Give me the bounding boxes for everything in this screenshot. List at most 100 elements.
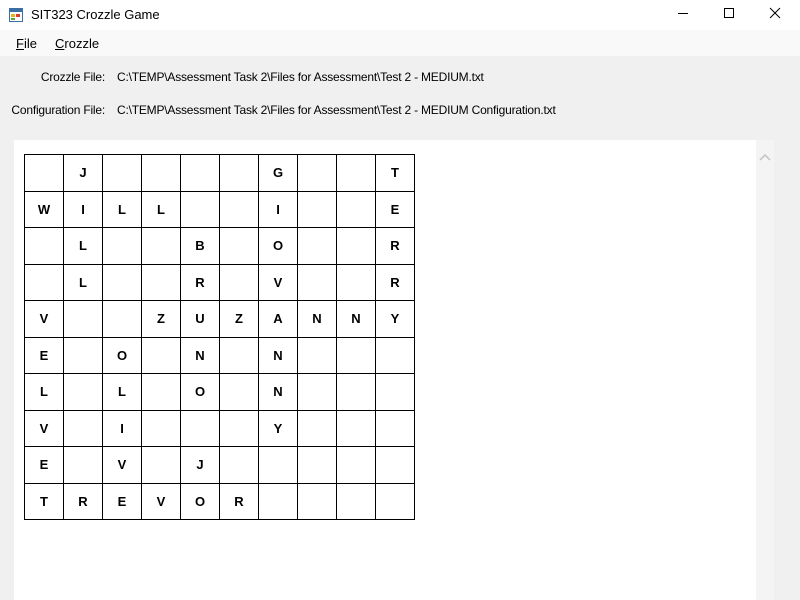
grid-cell [102, 263, 142, 301]
grid-cell [219, 336, 259, 374]
grid-cell: R [375, 263, 415, 301]
config-file-path: C:\TEMP\Assessment Task 2\Files for Asse… [117, 103, 556, 117]
minimize-icon [677, 6, 689, 24]
config-file-label: Configuration File: [11, 103, 105, 117]
grid-cell [180, 154, 220, 192]
close-icon [769, 6, 781, 24]
grid-cell [141, 446, 181, 484]
grid-cell [141, 263, 181, 301]
grid-cell: L [102, 373, 142, 411]
minimize-button[interactable] [660, 0, 706, 30]
grid-cell [219, 373, 259, 411]
grid-cell [375, 336, 415, 374]
app-window-icon[interactable] [9, 8, 23, 22]
chevron-up-icon [759, 148, 771, 166]
grid-cell: J [180, 446, 220, 484]
menu-crozzle-accel: C [55, 36, 65, 51]
grid-row: L BO R [24, 227, 415, 265]
app-window: SIT323 Crozzle Game File Crozzle Crozzle… [0, 0, 800, 600]
grid-cell: Y [258, 409, 298, 447]
grid-cell: Z [141, 300, 181, 338]
grid-cell: J [63, 154, 103, 192]
grid-cell: G [258, 154, 298, 192]
grid-cell [297, 263, 337, 301]
grid-cell: I [258, 190, 298, 228]
grid-cell [258, 446, 298, 484]
grid-cell: U [180, 300, 220, 338]
grid-cell [297, 482, 337, 520]
grid-cell: R [180, 263, 220, 301]
grid-cell: N [297, 300, 337, 338]
grid-cell [336, 409, 376, 447]
maximize-icon [723, 6, 735, 24]
scroll-up-button[interactable] [756, 150, 774, 164]
grid-cell: O [102, 336, 142, 374]
grid-row: JGT [24, 154, 415, 192]
grid-cell [336, 336, 376, 374]
grid-cell [336, 227, 376, 265]
grid-cell [219, 446, 259, 484]
vertical-scrollbar[interactable] [756, 140, 774, 600]
grid-cell [297, 190, 337, 228]
grid-cell [63, 336, 103, 374]
grid-cell: E [24, 336, 64, 374]
grid-cell: O [180, 482, 220, 520]
grid-cell [219, 409, 259, 447]
grid-cell [102, 227, 142, 265]
grid-cell [219, 190, 259, 228]
grid-cell [375, 409, 415, 447]
menu-file[interactable]: File [16, 36, 37, 51]
title-bar[interactable]: SIT323 Crozzle Game [0, 0, 800, 30]
grid-cell: W [24, 190, 64, 228]
grid-cell: V [24, 300, 64, 338]
grid-cell [63, 409, 103, 447]
grid-row: EONN [24, 336, 415, 374]
grid-cell: Y [375, 300, 415, 338]
grid-cell: L [24, 373, 64, 411]
grid-cell [297, 227, 337, 265]
grid-cell [63, 373, 103, 411]
grid-cell: L [102, 190, 142, 228]
grid-cell: Z [219, 300, 259, 338]
grid-cell: R [63, 482, 103, 520]
grid-cell: E [375, 190, 415, 228]
grid-cell [336, 482, 376, 520]
grid-cell: L [63, 227, 103, 265]
grid-cell [297, 446, 337, 484]
grid-cell [141, 336, 181, 374]
close-button[interactable] [752, 0, 798, 30]
grid-cell: E [102, 482, 142, 520]
grid-cell [219, 263, 259, 301]
menu-file-rest: ile [23, 36, 37, 51]
grid-cell [375, 446, 415, 484]
grid-cell: E [24, 446, 64, 484]
grid-row: LRVR [24, 263, 415, 301]
grid-cell: L [141, 190, 181, 228]
grid-cell [297, 373, 337, 411]
grid-cell [24, 227, 64, 265]
grid-row: WILLIE [24, 190, 415, 228]
grid-cell [141, 227, 181, 265]
menu-crozzle[interactable]: Crozzle [55, 36, 99, 51]
grid-cell [219, 227, 259, 265]
grid-cell: N [180, 336, 220, 374]
grid-row: TREVOR [24, 482, 415, 520]
grid-cell: L [63, 263, 103, 301]
grid-cell [336, 446, 376, 484]
grid-row: VZUZANNY [24, 300, 415, 338]
grid-cell [24, 263, 64, 301]
grid-cell [141, 154, 181, 192]
grid-cell: N [258, 336, 298, 374]
grid-cell [258, 482, 298, 520]
grid-cell [141, 409, 181, 447]
grid-cell [375, 373, 415, 411]
grid-cell [180, 409, 220, 447]
grid-cell: A [258, 300, 298, 338]
grid-cell [219, 154, 259, 192]
menu-bar: File Crozzle [0, 30, 800, 56]
grid-cell: N [336, 300, 376, 338]
grid-cell [336, 263, 376, 301]
grid-cell: R [375, 227, 415, 265]
maximize-button[interactable] [706, 0, 752, 30]
grid-cell: V [102, 446, 142, 484]
